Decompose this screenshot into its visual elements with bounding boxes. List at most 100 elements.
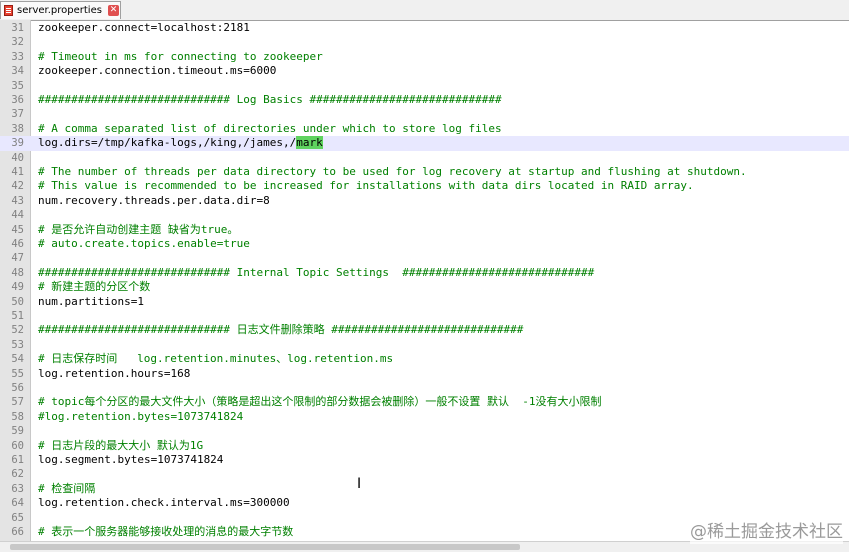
line-number: 35 [11,79,24,92]
line-text: # A comma separated list of directories … [38,122,502,136]
code-line[interactable]: 53 [0,338,849,352]
line-number: 41 [11,166,24,178]
code-line[interactable]: 34 zookeeper.connection.timeout.ms=6000 [0,64,849,78]
line-text: # This value is recommended to be increa… [38,179,694,193]
line-number: 51 [11,310,24,322]
line-number: 59 [11,425,24,438]
tab-server-properties[interactable]: server.properties ✕ [0,1,121,19]
comment-text: # The number of threads per data directo… [38,165,747,178]
code-text: zookeeper.connection.timeout.ms=6000 [38,64,277,78]
line-number: 60 [11,439,24,452]
line-number: 32 [11,36,24,49]
comment-text: ############################# 日志文件删除策略 #… [38,323,524,337]
comment-text: # 是否允许自动创建主题 缺省为true。 [38,222,239,236]
code-text: log.segment.bytes=1073741824 [38,453,224,466]
comment-text: # A comma separated list of directories … [38,121,502,135]
line-number: 57 [11,396,24,409]
code-line[interactable]: 44 [0,208,849,222]
code-text: num.recovery.threads.per.data.dir=8 [38,193,270,207]
line-text: # 表示一个服务器能够接收处理的消息的最大字节数 [38,525,293,539]
line-text: # 新建主题的分区个数 [38,280,150,294]
line-text: zookeeper.connect=localhost:2181 [38,21,250,35]
line-text: # 是否允许自动创建主题 缺省为true。 [38,223,238,237]
line-number: 55 [11,367,24,380]
code-line[interactable]: 33 # Timeout in ms for connecting to zook… [0,50,849,64]
code-line[interactable]: 48 ############################# Internal… [0,266,849,280]
code-line[interactable]: 63 # 检查间隔 [0,482,849,496]
code-line[interactable]: 64 log.retention.check.interval.ms=300000 [0,496,849,510]
line-text: # 日志片段的最大大小 默认为1G [38,439,203,453]
line-text: ############################# 日志文件删除策略 #… [38,323,523,337]
code-line[interactable]: 62 [0,467,849,481]
line-number: 64 [11,497,24,510]
line-number: 33 [11,50,24,63]
code-line[interactable]: 32 [0,35,849,49]
code-line[interactable]: 52 ############################# 日志文件删除策略… [0,323,849,337]
line-text: #log.retention.bytes=1073741824 [38,410,243,424]
line-text: # 日志保存时间 log.retention.minutes、log.reten… [38,352,393,366]
line-number: 53 [11,338,24,351]
code-line[interactable]: 59 [0,424,849,438]
line-number: 61 [11,454,24,466]
code-line[interactable]: 38 # A comma separated list of directorie… [0,122,849,136]
line-text: # 检查间隔 [38,482,95,496]
line-text: # Timeout in ms for connecting to zookee… [38,50,323,64]
line-number: 66 [11,526,24,538]
line-number: 46 [11,238,24,250]
line-number: 31 [11,22,24,34]
comment-text: # 日志保存时间 log.retention.minutes、log.reten… [38,352,394,366]
code-line[interactable]: 31 zookeeper.connect=localhost:2181 [0,21,849,35]
code-line[interactable]: 39 log.dirs=/tmp/kafka-logs,/king,/james,… [0,136,849,151]
comment-text: # This value is recommended to be increa… [38,179,694,193]
code-line[interactable]: 45 # 是否允许自动创建主题 缺省为true。 [0,223,849,237]
scrollbar-thumb[interactable] [10,544,520,550]
code-line[interactable]: 54 # 日志保存时间 log.retention.minutes、log.ret… [0,352,849,366]
line-text: log.retention.check.interval.ms=300000 [38,496,290,510]
code-line[interactable]: 42 # This value is recommended to be incr… [0,179,849,193]
code-line[interactable]: 49 # 新建主题的分区个数 [0,280,849,294]
code-line[interactable]: 46 # auto.create.topics.enable=true [0,237,849,251]
line-number: 38 [11,122,24,135]
line-text: num.recovery.threads.per.data.dir=8 [38,194,270,208]
code-line[interactable]: 47 [0,251,849,265]
line-number: 58 [11,410,24,423]
tab-label: server.properties [17,5,102,16]
code-line[interactable]: 43 num.recovery.threads.per.data.dir=8 [0,194,849,208]
close-icon[interactable]: ✕ [108,5,119,16]
code-line[interactable]: 40 [0,151,849,165]
code-line[interactable]: 60 # 日志片段的最大大小 默认为1G [0,439,849,453]
comment-text: ############################# Log Basics… [38,93,502,106]
line-text: ############################# Internal T… [38,266,594,280]
line-number: 63 [11,482,24,495]
comment-text: # 新建主题的分区个数 [38,280,151,294]
code-line[interactable]: 51 [0,309,849,323]
code-line[interactable]: 57 # topic每个分区的最大文件大小（策略是超出这个限制的部分数据会被删除）… [0,395,849,409]
line-number: 37 [11,108,24,121]
code-line[interactable]: 41 # The number of threads per data direc… [0,165,849,179]
line-text: zookeeper.connection.timeout.ms=6000 [38,64,276,78]
line-text: # auto.create.topics.enable=true [38,237,250,251]
comment-text: # auto.create.topics.enable=true [38,237,250,250]
code-line[interactable]: 58 #log.retention.bytes=1073741824 [0,410,849,424]
code-line[interactable]: 37 [0,107,849,121]
line-number: 54 [11,353,24,366]
code-line[interactable]: 56 [0,381,849,395]
line-text: num.partitions=1 [38,295,144,309]
line-number: 49 [11,281,24,294]
editor-area[interactable]: 31 zookeeper.connect=localhost:2181 32 33 # … [0,20,849,541]
code-line[interactable]: 50 num.partitions=1 [0,295,849,309]
code-text: log.dirs=/tmp/kafka-logs,/king,/james,/ [38,136,297,150]
tab-bar: server.properties ✕ [0,0,849,21]
code-line[interactable]: 35 [0,79,849,93]
line-number: 47 [11,252,24,265]
file-icon [4,5,13,16]
line-text: # topic每个分区的最大文件大小（策略是超出这个限制的部分数据会被删除）一般… [38,395,601,409]
code-line[interactable]: 55 log.retention.hours=168 [0,367,849,381]
comment-text: #log.retention.bytes=1073741824 [38,409,244,423]
line-number: 48 [11,266,24,279]
line-number: 56 [11,382,24,394]
code-line[interactable]: 61 log.segment.bytes=1073741824 [0,453,849,467]
line-number: 40 [11,151,24,164]
line-number: 44 [11,209,24,222]
code-line[interactable]: 36 ############################# Log Basi… [0,93,849,107]
